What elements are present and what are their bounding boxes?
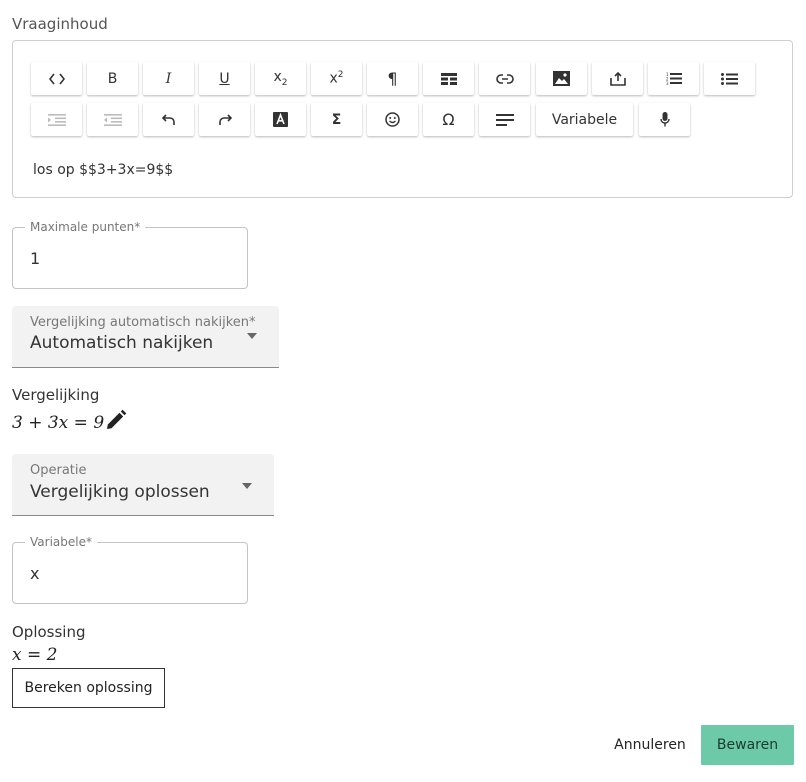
subscript-button[interactable]: x2 bbox=[255, 62, 306, 95]
question-content-label: Vraaginhoud bbox=[12, 15, 108, 33]
ordered-list-icon: 123 bbox=[666, 72, 682, 85]
cancel-button[interactable]: Annuleren bbox=[604, 725, 696, 765]
sigma-icon: Σ bbox=[331, 111, 342, 128]
upload-button[interactable] bbox=[592, 62, 643, 95]
comparison-mode-select[interactable]: Vergelijking automatisch nakijken* Autom… bbox=[12, 306, 279, 368]
indent-button[interactable] bbox=[31, 103, 82, 136]
table-button[interactable] bbox=[423, 62, 474, 95]
image-button[interactable] bbox=[536, 62, 587, 95]
microphone-button[interactable] bbox=[639, 103, 690, 136]
max-points-field[interactable]: Maximale punten* 1 bbox=[12, 220, 248, 289]
max-points-value[interactable]: 1 bbox=[30, 249, 40, 268]
code-icon bbox=[48, 73, 65, 85]
indent-icon bbox=[47, 113, 66, 126]
equation-label: Vergelijking bbox=[12, 386, 100, 404]
operation-value: Vergelijking oplossen bbox=[30, 482, 210, 502]
italic-button[interactable]: I bbox=[143, 62, 194, 95]
solution-label: Oplossing bbox=[12, 623, 86, 641]
superscript-button[interactable]: x2 bbox=[311, 62, 362, 95]
editor-content[interactable]: los op $$3+3x=9$$ bbox=[33, 162, 173, 178]
image-icon bbox=[553, 71, 570, 86]
bold-button[interactable]: B bbox=[87, 62, 138, 95]
undo-icon bbox=[161, 113, 176, 126]
formula-button[interactable]: Σ bbox=[311, 103, 362, 136]
variable-value[interactable]: x bbox=[30, 564, 39, 583]
text-color-button[interactable] bbox=[255, 103, 306, 136]
rich-text-editor: B I U x2 x2 ¶ 123 Σ Ω Variabele los op $… bbox=[12, 40, 793, 198]
bullet-list-button[interactable] bbox=[704, 62, 755, 95]
align-left-icon bbox=[495, 113, 514, 126]
omega-icon: Ω bbox=[442, 110, 455, 129]
outdent-icon bbox=[103, 113, 122, 126]
compute-solution-button[interactable]: Bereken oplossing bbox=[12, 668, 165, 708]
pencil-icon[interactable] bbox=[104, 409, 127, 436]
table-icon bbox=[440, 72, 457, 85]
undo-button[interactable] bbox=[143, 103, 194, 136]
operation-label: Operatie bbox=[30, 463, 87, 478]
upload-icon bbox=[609, 71, 626, 86]
caret-down-icon bbox=[242, 483, 252, 489]
source-code-button[interactable] bbox=[31, 62, 82, 95]
variable-field[interactable]: Variabele* x bbox=[12, 535, 248, 604]
underline-icon: U bbox=[219, 70, 230, 87]
variable-button[interactable]: Variabele bbox=[536, 103, 633, 136]
comparison-mode-label: Vergelijking automatisch nakijken* bbox=[30, 315, 256, 330]
paragraph-icon: ¶ bbox=[387, 69, 398, 88]
variable-button-label: Variabele bbox=[551, 111, 618, 128]
solution-value: x = 2 bbox=[12, 645, 58, 665]
ordered-list-button[interactable]: 123 bbox=[648, 62, 699, 95]
redo-icon bbox=[218, 113, 232, 126]
special-character-button[interactable]: Ω bbox=[423, 103, 474, 136]
operation-select[interactable]: Operatie Vergelijking oplossen bbox=[12, 454, 274, 516]
italic-icon: I bbox=[165, 70, 172, 87]
outdent-button[interactable] bbox=[87, 103, 138, 136]
paragraph-button[interactable]: ¶ bbox=[367, 62, 418, 95]
caret-down-icon bbox=[247, 333, 257, 339]
emoji-button[interactable] bbox=[367, 103, 418, 136]
save-button[interactable]: Bewaren bbox=[701, 725, 794, 765]
comparison-mode-value: Automatisch nakijken bbox=[30, 333, 214, 353]
link-button[interactable] bbox=[479, 62, 530, 95]
emoji-icon bbox=[385, 112, 400, 127]
variable-label: Variabele* bbox=[25, 535, 97, 549]
bullet-list-icon bbox=[721, 72, 738, 85]
bold-icon: B bbox=[107, 70, 118, 87]
link-icon bbox=[495, 73, 514, 84]
max-points-label: Maximale punten* bbox=[25, 220, 146, 234]
equation-value: 3 + 3x = 9 bbox=[12, 413, 105, 433]
svg-text:3: 3 bbox=[666, 81, 669, 85]
subscript-icon: x2 bbox=[273, 69, 288, 88]
microphone-icon bbox=[659, 112, 670, 127]
underline-button[interactable]: U bbox=[199, 62, 250, 95]
text-color-icon bbox=[273, 112, 288, 127]
align-button[interactable] bbox=[479, 103, 530, 136]
superscript-icon: x2 bbox=[329, 70, 344, 87]
redo-button[interactable] bbox=[199, 103, 250, 136]
